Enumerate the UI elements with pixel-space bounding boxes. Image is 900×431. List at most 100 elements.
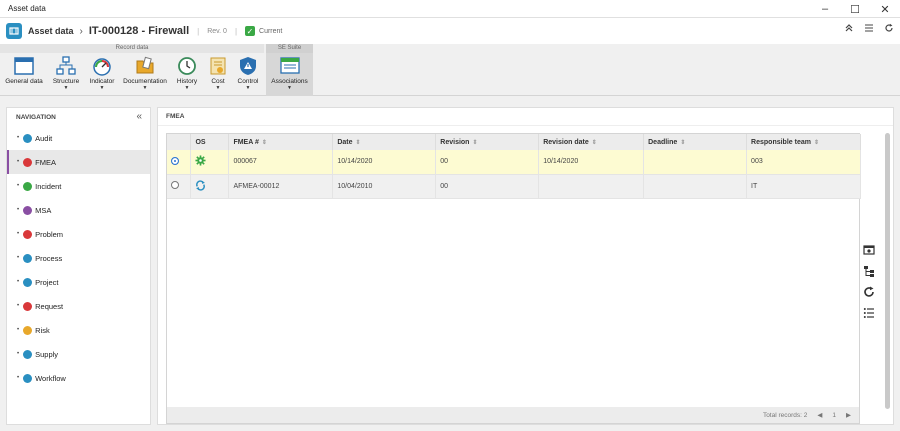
divider: |: [234, 26, 238, 36]
risk-icon: [23, 325, 33, 335]
column-header-revision[interactable]: Revision ⇕: [435, 134, 540, 150]
prev-page-button[interactable]: ◀: [817, 411, 822, 419]
row-radio[interactable]: [171, 156, 179, 165]
column-header-fmea[interactable]: FMEA # ⇕: [228, 134, 334, 150]
control-icon: [237, 55, 259, 77]
nav-item-project[interactable]: • Project: [7, 270, 150, 294]
structure-button[interactable]: Structure ▼: [50, 55, 82, 95]
cost-button[interactable]: Cost ▼: [204, 55, 232, 95]
panel-title: FMEA: [158, 108, 893, 126]
sort-icon: ⇕: [472, 139, 478, 146]
column-header-revision-date[interactable]: Revision date ⇕: [538, 134, 645, 150]
hierarchy-icon[interactable]: [862, 264, 876, 278]
request-icon: [23, 301, 33, 311]
column-header-responsible-team[interactable]: Responsible team ⇕: [746, 134, 861, 150]
sort-icon: ⇕: [591, 139, 597, 146]
maximize-button[interactable]: ☐: [840, 0, 870, 18]
total-records: Total records: 2: [762, 411, 808, 419]
msa-icon: [23, 205, 33, 215]
revision-cell: 00: [435, 174, 540, 199]
general-data-button[interactable]: General data: [4, 55, 44, 95]
close-button[interactable]: ✕: [870, 0, 900, 18]
nav-item-label: Supply: [35, 349, 59, 359]
nav-list: • Audit • FMEA • Incident • MSA • Problem • Pr…: [7, 126, 150, 390]
nav-item-label: Request: [35, 301, 64, 311]
nav-item-label: MSA: [35, 205, 52, 215]
column-header-date[interactable]: Date ⇕: [332, 134, 437, 150]
refresh-icon[interactable]: [884, 23, 894, 36]
fmea-panel: FMEA OS FMEA # ⇕ Date ⇕ Revision ⇕ Revision…: [157, 107, 894, 425]
row-radio[interactable]: [171, 181, 179, 189]
navigation-title: NAVIGATION: [16, 113, 56, 121]
nav-item-label: Incident: [35, 181, 62, 191]
table-header: OS FMEA # ⇕ Date ⇕ Revision ⇕ Revision date…: [167, 134, 861, 150]
revision-date-cell: [538, 174, 645, 199]
green-gear-icon: [195, 155, 207, 168]
row-radio-cell[interactable]: [167, 150, 192, 175]
nav-item-incident[interactable]: • Incident: [7, 174, 150, 198]
column-header-os[interactable]: OS: [190, 134, 230, 150]
bullet: •: [17, 135, 20, 141]
nav-item-workflow[interactable]: • Workflow: [7, 366, 150, 390]
associations-icon: [279, 55, 301, 77]
column-header-deadline[interactable]: Deadline ⇕: [643, 134, 748, 150]
divider: |: [197, 26, 200, 36]
vertical-scrollbar[interactable]: [885, 133, 890, 409]
bullet: •: [17, 303, 20, 309]
row-radio-cell[interactable]: [167, 174, 192, 199]
table-row[interactable]: AFMEA-00012 10/04/2010 00 IT: [167, 174, 861, 199]
indicator-button[interactable]: Indicator ▼: [86, 55, 118, 95]
window-title-bar: Asset data – ☐ ✕: [0, 0, 900, 18]
os-cell: [190, 150, 230, 175]
nav-item-fmea[interactable]: • FMEA: [7, 150, 150, 174]
table-row[interactable]: 000067 10/14/2020 00 10/14/2020 003: [167, 150, 861, 175]
sort-icon: ⇕: [680, 139, 686, 146]
project-icon: [23, 277, 33, 287]
collapse-up-icon[interactable]: [844, 23, 854, 36]
bullet: •: [17, 327, 20, 333]
view-icon[interactable]: [862, 243, 876, 257]
dropdown-arrow-icon: ▼: [184, 85, 190, 91]
fmea-grid: OS FMEA # ⇕ Date ⇕ Revision ⇕ Revision date…: [166, 133, 861, 424]
nav-item-msa[interactable]: • MSA: [7, 198, 150, 222]
refresh-icon[interactable]: [862, 285, 876, 299]
group-se-suite: SE Suite: [266, 44, 313, 53]
workflow-icon: [23, 373, 33, 383]
dropdown-arrow-icon: ▼: [215, 85, 221, 91]
collapse-left-icon[interactable]: «: [136, 111, 142, 122]
sort-icon: ⇕: [813, 139, 819, 146]
status-label: Current: [259, 27, 283, 35]
nav-item-process[interactable]: • Process: [7, 246, 150, 270]
deadline-cell: [643, 174, 748, 199]
deadline-cell: [643, 150, 748, 175]
nav-item-request[interactable]: • Request: [7, 294, 150, 318]
nav-item-label: Process: [35, 253, 63, 263]
next-page-button[interactable]: ▶: [846, 411, 851, 419]
breadcrumb[interactable]: Asset data: [28, 26, 74, 36]
history-button[interactable]: History ▼: [173, 55, 201, 95]
bullet: •: [17, 351, 20, 357]
dropdown-arrow-icon: ▼: [245, 85, 251, 91]
page-number: 1: [832, 411, 836, 419]
documentation-button[interactable]: Documentation ▼: [121, 55, 169, 95]
nav-item-label: Problem: [35, 229, 64, 239]
associations-button[interactable]: Associations ▼: [268, 55, 311, 95]
list-settings-icon[interactable]: [862, 306, 876, 320]
revision-label: Rev. 0: [207, 27, 227, 35]
nav-item-audit[interactable]: • Audit: [7, 126, 150, 150]
list-icon[interactable]: [864, 23, 874, 36]
bullet: •: [17, 183, 20, 189]
structure-icon: [55, 55, 77, 77]
control-button[interactable]: Control ▼: [234, 55, 262, 95]
minimize-button[interactable]: –: [810, 0, 840, 18]
select-column-header: [167, 134, 192, 150]
bullet: •: [17, 375, 20, 381]
history-icon: [176, 55, 198, 77]
nav-item-supply[interactable]: • Supply: [7, 342, 150, 366]
nav-item-risk[interactable]: • Risk: [7, 318, 150, 342]
team-cell: IT: [746, 174, 861, 199]
nav-item-label: Audit: [35, 133, 53, 143]
supply-icon: [23, 349, 33, 359]
structure-label: Structure: [52, 78, 80, 85]
nav-item-problem[interactable]: • Problem: [7, 222, 150, 246]
